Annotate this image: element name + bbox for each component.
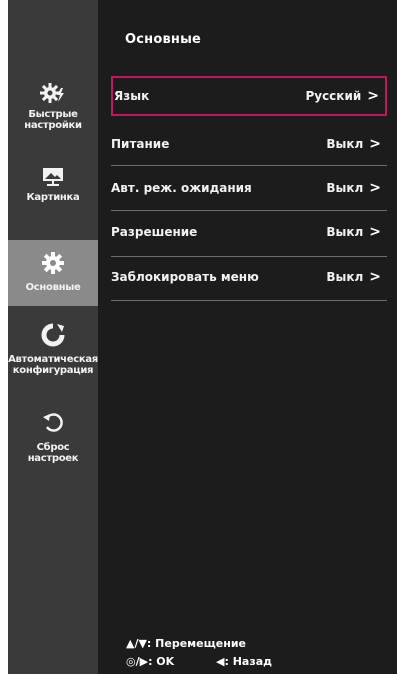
sidebar-item-quick-settings[interactable]: Быстрые настройки bbox=[8, 82, 98, 150]
row-value: Русский bbox=[305, 89, 362, 103]
chevron-right-icon: > bbox=[369, 136, 381, 152]
menu-row-power[interactable]: Питание Выкл > bbox=[111, 124, 387, 164]
quick-settings-gear-lightning-icon bbox=[40, 83, 64, 103]
sidebar-item-label: Основные bbox=[25, 282, 81, 293]
menu-row-resolution[interactable]: Разрешение Выкл > bbox=[111, 212, 387, 252]
row-label: Язык bbox=[114, 89, 150, 103]
row-label: Авт. реж. ожидания bbox=[111, 181, 252, 195]
row-value: Выкл bbox=[326, 225, 364, 239]
row-label: Разрешение bbox=[111, 225, 198, 239]
menu-row-auto-standby[interactable]: Авт. реж. ожидания Выкл > bbox=[111, 168, 387, 208]
picture-icon bbox=[43, 168, 63, 186]
row-value: Выкл bbox=[326, 137, 364, 151]
sidebar-item-label: Картинка bbox=[26, 192, 80, 203]
hint-move: ▲/▼: Перемещение bbox=[126, 637, 247, 650]
gear-icon bbox=[42, 252, 64, 274]
chevron-right-icon: > bbox=[369, 269, 381, 285]
main-panel: Основные Язык Русский > Питание Выкл > Авт… bbox=[98, 0, 397, 674]
sidebar-item-label: Быстрые настройки bbox=[24, 109, 82, 131]
sidebar-item-label: Сброс настроек bbox=[27, 442, 79, 464]
chevron-right-icon: > bbox=[369, 224, 381, 240]
sidebar-item-label: Автоматическая конфигурация bbox=[8, 354, 98, 376]
chevron-right-icon: > bbox=[369, 180, 381, 196]
sidebar: Быстрые настройки Картинка Основные Авто… bbox=[8, 0, 98, 674]
reset-icon bbox=[43, 413, 63, 432]
menu-row-language[interactable]: Язык Русский > bbox=[111, 76, 387, 116]
hint-back: ◀: Назад bbox=[216, 655, 273, 668]
row-value: Выкл bbox=[326, 270, 364, 284]
divider bbox=[111, 210, 387, 211]
page-title: Основные bbox=[125, 32, 202, 47]
osd-menu: Быстрые настройки Картинка Основные Авто… bbox=[8, 0, 397, 674]
chevron-right-icon: > bbox=[367, 88, 379, 104]
divider bbox=[111, 300, 387, 301]
sidebar-item-reset[interactable]: Сброс настроек bbox=[8, 410, 98, 480]
menu-row-lock-menu[interactable]: Заблокировать меню Выкл > bbox=[111, 257, 387, 297]
sidebar-item-picture[interactable]: Картинка bbox=[8, 166, 98, 226]
row-value: Выкл bbox=[326, 181, 364, 195]
row-label: Заблокировать меню bbox=[111, 270, 259, 284]
divider bbox=[111, 165, 387, 166]
auto-config-icon bbox=[41, 323, 65, 347]
hint-ok: ◎/▶: OK bbox=[126, 655, 175, 668]
sidebar-item-general[interactable]: Основные bbox=[8, 240, 98, 306]
sidebar-item-auto-config[interactable]: Автоматическая конфигурация bbox=[8, 322, 98, 396]
row-label: Питание bbox=[111, 137, 170, 151]
